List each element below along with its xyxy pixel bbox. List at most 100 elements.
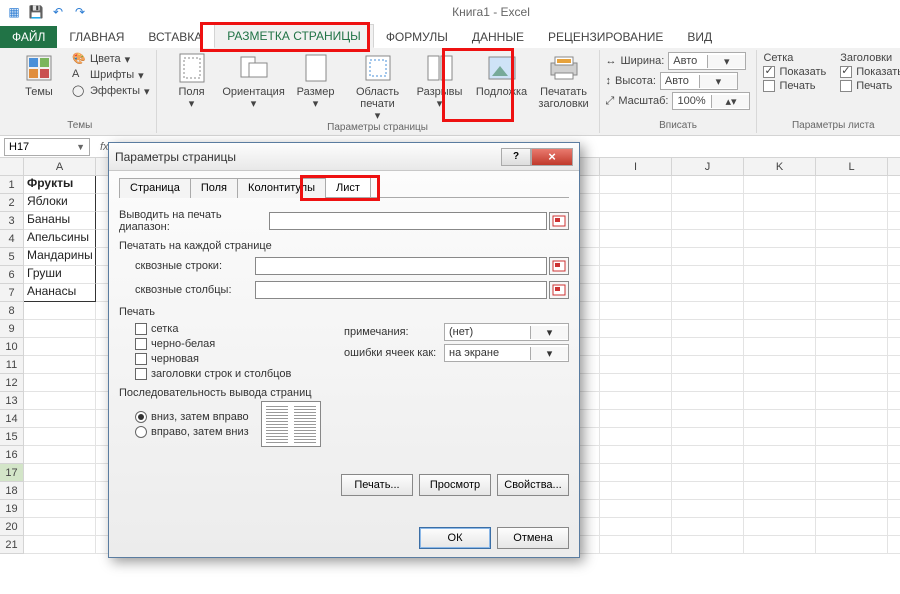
cell[interactable] [744, 194, 816, 212]
cell[interactable] [744, 428, 816, 446]
cell[interactable] [816, 518, 888, 536]
cell[interactable] [600, 446, 672, 464]
headings-show-check[interactable]: Показать [840, 66, 900, 78]
row-header[interactable]: 12 [0, 374, 24, 392]
tab-review[interactable]: РЕЦЕНЗИРОВАНИЕ [536, 26, 675, 48]
cancel-button[interactable]: Отмена [497, 527, 569, 549]
tab-home[interactable]: ГЛАВНАЯ [57, 26, 136, 48]
cell[interactable] [888, 194, 900, 212]
effects-button[interactable]: ◯Эффекты ▾ [72, 84, 150, 98]
undo-icon[interactable]: ↶ [50, 4, 66, 20]
cell[interactable] [744, 212, 816, 230]
cell[interactable] [816, 356, 888, 374]
cell[interactable] [744, 338, 816, 356]
cell[interactable] [816, 194, 888, 212]
cell[interactable] [888, 230, 900, 248]
cell[interactable] [888, 266, 900, 284]
rowcolhead-check[interactable]: заголовки строк и столбцов [135, 368, 344, 380]
tab-view[interactable]: ВИД [675, 26, 724, 48]
cell[interactable] [24, 446, 96, 464]
column-header[interactable]: A [24, 158, 96, 176]
row-header[interactable]: 16 [0, 446, 24, 464]
cell[interactable] [816, 428, 888, 446]
preview-button[interactable]: Просмотр [419, 474, 491, 496]
headings-print-check[interactable]: Печать [840, 80, 900, 92]
tab-insert[interactable]: ВСТАВКА [136, 26, 214, 48]
cell[interactable] [816, 266, 888, 284]
cell[interactable] [600, 248, 672, 266]
cell[interactable] [672, 176, 744, 194]
cell[interactable] [744, 500, 816, 518]
cell[interactable] [24, 410, 96, 428]
cell[interactable] [672, 410, 744, 428]
cell[interactable] [888, 446, 900, 464]
orientation-button[interactable]: Ориентация▾ [225, 52, 283, 110]
cell[interactable] [672, 500, 744, 518]
row-header[interactable]: 7 [0, 284, 24, 302]
cell[interactable] [672, 374, 744, 392]
height-combo[interactable]: Авто▾ [660, 72, 738, 90]
cell[interactable] [816, 482, 888, 500]
cell[interactable] [672, 266, 744, 284]
ok-button[interactable]: ОК [419, 527, 491, 549]
redo-icon[interactable]: ↷ [72, 4, 88, 20]
cell[interactable] [24, 536, 96, 554]
cell[interactable] [600, 536, 672, 554]
bw-check[interactable]: черно-белая [135, 338, 344, 350]
gridlines-check[interactable]: сетка [135, 323, 344, 335]
row-header[interactable]: 20 [0, 518, 24, 536]
cell[interactable] [888, 374, 900, 392]
cell[interactable] [816, 176, 888, 194]
cell[interactable] [888, 482, 900, 500]
row-header[interactable]: 14 [0, 410, 24, 428]
cell[interactable] [24, 428, 96, 446]
cell[interactable] [600, 482, 672, 500]
cell[interactable] [672, 212, 744, 230]
gridlines-show-check[interactable]: Показать [763, 66, 826, 78]
cell[interactable] [888, 248, 900, 266]
cell[interactable] [816, 410, 888, 428]
cell[interactable] [672, 392, 744, 410]
cell[interactable] [600, 428, 672, 446]
row-header[interactable]: 18 [0, 482, 24, 500]
cell[interactable] [816, 374, 888, 392]
width-combo[interactable]: Авто▾ [668, 52, 746, 70]
cell[interactable] [888, 212, 900, 230]
rows-repeat-input[interactable] [255, 257, 547, 275]
cell[interactable]: Яблоки [24, 194, 96, 212]
cell[interactable] [888, 518, 900, 536]
cell[interactable] [672, 446, 744, 464]
order-down-radio[interactable]: вниз, затем вправо [135, 411, 249, 423]
cell[interactable]: Мандарины [24, 248, 96, 266]
row-header[interactable]: 8 [0, 302, 24, 320]
name-box[interactable]: H17▼ [4, 138, 90, 156]
dialog-tab-page[interactable]: Страница [119, 178, 191, 198]
print-area-ref-button[interactable] [549, 212, 569, 230]
cell[interactable] [672, 482, 744, 500]
cell[interactable] [816, 248, 888, 266]
cell[interactable] [672, 428, 744, 446]
cell[interactable] [24, 338, 96, 356]
cell[interactable] [672, 356, 744, 374]
cell[interactable] [600, 212, 672, 230]
cell[interactable] [888, 176, 900, 194]
row-header[interactable]: 10 [0, 338, 24, 356]
cell[interactable] [816, 230, 888, 248]
cell[interactable] [24, 374, 96, 392]
tab-formulas[interactable]: ФОРМУЛЫ [374, 26, 460, 48]
cell[interactable] [744, 230, 816, 248]
cell[interactable] [744, 536, 816, 554]
cell[interactable] [888, 356, 900, 374]
cell[interactable] [600, 356, 672, 374]
cell[interactable] [816, 500, 888, 518]
size-button[interactable]: Размер▾ [287, 52, 345, 110]
cell[interactable] [816, 212, 888, 230]
comments-combo[interactable]: (нет)▾ [444, 323, 569, 341]
cell[interactable] [600, 194, 672, 212]
cell[interactable] [816, 446, 888, 464]
cell[interactable] [672, 302, 744, 320]
cell[interactable] [744, 302, 816, 320]
errors-combo[interactable]: на экране▾ [444, 344, 569, 362]
cell[interactable] [816, 392, 888, 410]
cell[interactable] [744, 266, 816, 284]
